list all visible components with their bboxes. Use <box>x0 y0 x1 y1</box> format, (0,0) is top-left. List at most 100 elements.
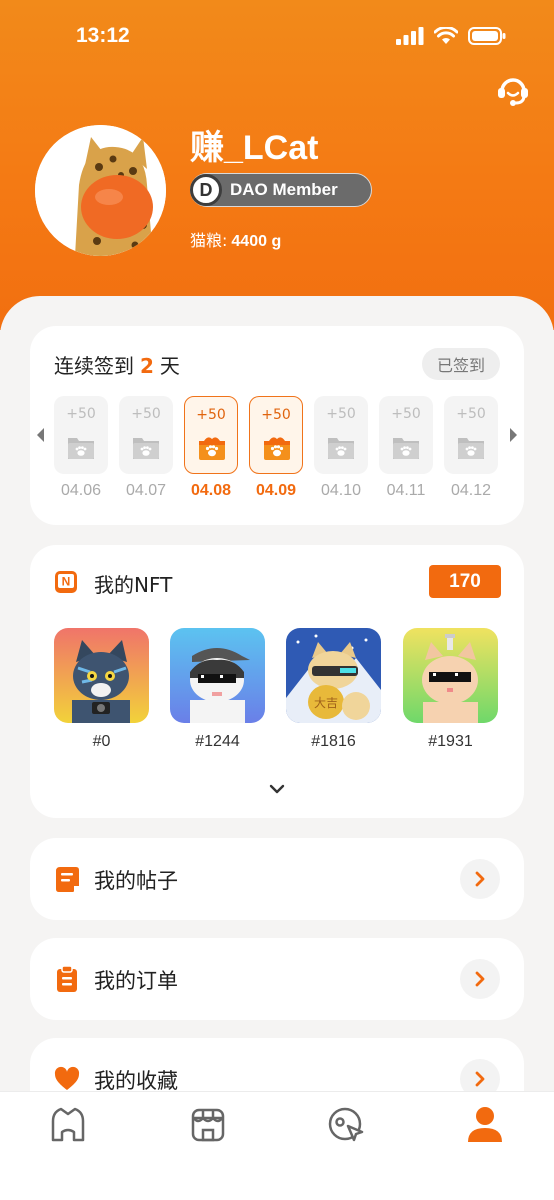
username: 赚_LCat <box>190 129 319 167</box>
checkin-next-icon[interactable] <box>510 428 517 442</box>
headset-icon <box>498 78 528 106</box>
profile-icon <box>468 1107 502 1142</box>
tab-home[interactable] <box>48 1104 88 1144</box>
checkin-day[interactable]: +50 04.11 <box>379 396 433 500</box>
tab-store[interactable] <box>188 1104 228 1144</box>
nft-cat-image <box>54 628 149 723</box>
checkin-day-reward: +50 <box>261 407 291 423</box>
nft-id: #1931 <box>428 733 473 750</box>
chevron-right-icon <box>475 971 485 987</box>
nft-id: #1244 <box>195 733 240 750</box>
checkin-day-reward: +50 <box>131 406 161 422</box>
dao-badge-label: DAO Member <box>230 180 338 199</box>
checkin-day-reward: +50 <box>456 406 486 422</box>
checkin-day-reward: +50 <box>196 407 226 423</box>
scroll-icon <box>56 867 79 892</box>
checkin-day-date: 04.10 <box>320 482 362 499</box>
cat-food-balance: 猫粮: 4400 g <box>190 227 281 251</box>
status-bar: 13:12 <box>0 0 554 76</box>
signal-icon <box>396 27 424 45</box>
checkin-day-date: 04.12 <box>450 482 492 499</box>
svg-text:大吉: 大吉 <box>314 696 338 710</box>
explore-icon <box>328 1107 364 1142</box>
heart-icon <box>54 1066 80 1090</box>
chevron-down-icon[interactable] <box>269 783 285 795</box>
checkin-day-tile: +50 <box>119 396 173 474</box>
cat-food-value: 4400 g <box>231 233 282 250</box>
checkin-day[interactable]: +50 04.09 <box>249 396 303 500</box>
checkin-day-date: 04.11 <box>386 482 426 499</box>
chevron-right-icon <box>475 871 485 887</box>
nft-icon: N <box>55 571 77 593</box>
customer-service-button[interactable] <box>494 70 532 108</box>
nft-id: #1816 <box>311 733 356 750</box>
menu-my-orders[interactable]: 我的订单 <box>30 938 524 1020</box>
checkin-title: 连续签到 2 天 <box>54 350 180 379</box>
checkin-day-tile: +50 <box>249 396 303 474</box>
leopard-avatar-icon <box>35 125 166 256</box>
checkin-day-tile: +50 <box>379 396 433 474</box>
status-icons <box>396 27 506 45</box>
checkin-day-date: 04.07 <box>125 482 167 499</box>
cat-food-box-icon <box>133 438 159 459</box>
cat-food-box-open-icon <box>199 437 225 460</box>
dao-member-badge[interactable]: D DAO Member <box>190 173 372 207</box>
checkin-title-suffix: 天 <box>159 354 180 378</box>
cat-food-label: 猫粮: <box>190 231 228 250</box>
checked-in-button[interactable]: 已签到 <box>422 348 500 380</box>
nft-id: #0 <box>92 733 111 750</box>
checkin-day-date: 04.08 <box>190 482 232 499</box>
menu-my-orders-arrow[interactable] <box>460 959 500 999</box>
checkin-prev-icon[interactable] <box>37 428 44 442</box>
checkin-day-reward: +50 <box>391 406 421 422</box>
user-avatar[interactable] <box>35 125 166 256</box>
my-nft-card: N 我的NFT 170 #0 #1244 大吉 #1816 #1931 <box>30 545 524 818</box>
cat-food-box-icon <box>68 438 94 459</box>
menu-my-posts[interactable]: 我的帖子 <box>30 838 524 920</box>
bottom-tab-bar <box>0 1091 554 1200</box>
wifi-icon <box>434 27 458 44</box>
nft-item[interactable]: #1931 <box>403 628 498 751</box>
checkin-card: 连续签到 2 天 已签到 +50 04.06 +50 04.07 +50 04.08 +50 04… <box>30 326 524 525</box>
checkin-day-tile: +50 <box>314 396 368 474</box>
menu-my-posts-arrow[interactable] <box>460 859 500 899</box>
battery-icon <box>468 27 506 45</box>
nft-cat-image <box>170 628 265 723</box>
status-time: 13:12 <box>76 24 130 47</box>
store-icon <box>191 1108 225 1142</box>
cat-food-box-icon <box>328 438 354 459</box>
nft-section-title: 我的NFT <box>94 573 173 597</box>
cat-food-box-open-icon <box>264 437 290 460</box>
checkin-title-prefix: 连续签到 <box>54 354 134 378</box>
cat-food-box-icon <box>458 438 484 459</box>
nft-count-badge[interactable]: 170 <box>429 565 501 598</box>
checkin-day-tile: +50 <box>184 396 238 474</box>
checkin-day-reward: +50 <box>66 406 96 422</box>
chevron-right-icon <box>475 1071 485 1087</box>
menu-my-posts-label: 我的帖子 <box>94 869 178 893</box>
menu-my-orders-label: 我的订单 <box>94 969 178 993</box>
checkin-day-reward: +50 <box>326 406 356 422</box>
checkin-day[interactable]: +50 04.10 <box>314 396 368 500</box>
cat-food-box-icon <box>393 438 419 459</box>
checkin-day-date: 04.06 <box>60 482 102 499</box>
checkin-day-date: 04.09 <box>255 482 297 499</box>
checkin-day[interactable]: +50 04.12 <box>444 396 498 500</box>
nft-cat-image <box>403 628 498 723</box>
dao-badge-icon: D <box>190 174 222 206</box>
checkin-day-tile: +50 <box>444 396 498 474</box>
checkin-day[interactable]: +50 04.06 <box>54 396 108 500</box>
checkin-day-tile: +50 <box>54 396 108 474</box>
tab-profile[interactable] <box>465 1104 505 1144</box>
checkin-day[interactable]: +50 04.08 <box>184 396 238 500</box>
home-icon <box>51 1107 85 1142</box>
nft-item[interactable]: #1244 <box>170 628 265 751</box>
nft-cat-image: 大吉 <box>286 628 381 723</box>
nft-item[interactable]: 大吉 #1816 <box>286 628 381 751</box>
checkin-streak-days: 2 <box>140 354 154 378</box>
svg-text:N: N <box>62 575 71 589</box>
clipboard-icon <box>57 965 77 992</box>
nft-item[interactable]: #0 <box>54 628 149 751</box>
tab-explore[interactable] <box>326 1104 366 1144</box>
checkin-day[interactable]: +50 04.07 <box>119 396 173 500</box>
